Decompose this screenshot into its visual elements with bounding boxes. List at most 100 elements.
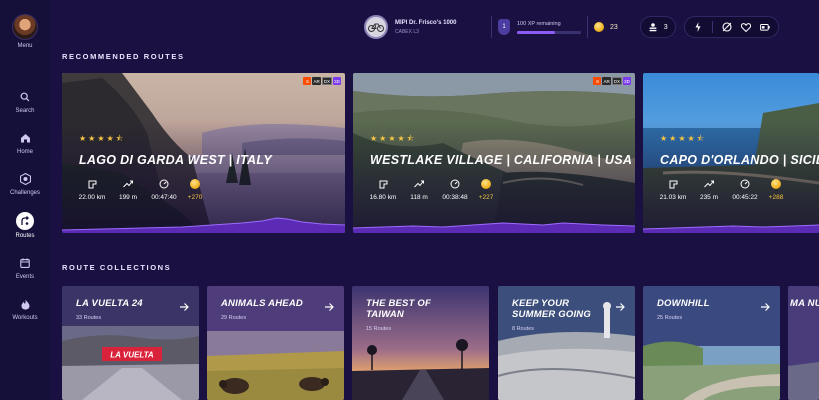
star-icon: ★: [678, 134, 686, 143]
trainer-icon[interactable]: [759, 22, 770, 32]
star-icon: ★: [397, 134, 405, 143]
route-badges: S AR DX 3D: [593, 77, 631, 85]
speedometer-icon: [740, 179, 750, 189]
cadence-gauge-icon[interactable]: [722, 22, 732, 32]
nav-label: Search: [15, 108, 35, 114]
elevation-value: 118 m: [410, 194, 428, 201]
coin-icon: [594, 22, 604, 32]
nav-item-home[interactable]: Home: [2, 130, 48, 155]
xp-stat: +227: [476, 179, 496, 201]
distance-stat: 16.80 km: [368, 179, 398, 201]
half-star-icon: ⯪: [696, 134, 705, 143]
device-pill[interactable]: [683, 16, 779, 38]
route-stats: 16.80 km 118 m 00:38:48 +227: [368, 179, 496, 201]
menu-button[interactable]: Menu: [12, 14, 38, 49]
collection-count: 33 Routes: [76, 315, 102, 321]
collection-title: KEEP YOUR SUMMER GOING: [512, 298, 591, 320]
xp-value: +270: [187, 194, 203, 201]
coin-icon: [481, 179, 491, 189]
collection-card[interactable]: MA NUR: [788, 286, 819, 400]
rating-stars: ★ ★ ★ ★ ⯪: [660, 135, 704, 143]
distance-stat: 21.03 km: [658, 179, 688, 201]
route-card[interactable]: S AR DX 3D ★ ★ ★ ★ ⯪ LAGO DI GARDA WEST | IT…: [62, 73, 345, 233]
elevation-icon: [414, 179, 424, 189]
la-vuelta-sign: LA VUELTA: [110, 351, 154, 360]
elevation-value: 235 m: [699, 194, 719, 201]
bike-avatar[interactable]: [364, 15, 388, 39]
nav-item-search[interactable]: Search: [2, 89, 48, 114]
coin-icon: [771, 179, 781, 189]
collection-card[interactable]: KEEP YOUR SUMMER GOING 8 Routes: [498, 286, 635, 400]
people-icon: [648, 22, 658, 32]
arrow-right-icon[interactable]: [179, 299, 189, 311]
route-card[interactable]: S AR DX 3D ★ ★ ★ ★ ⯪ WESTLAKE VILLAGE | CALI…: [353, 73, 635, 233]
collection-count: 25 Routes: [657, 315, 683, 321]
elevation-icon: [704, 179, 714, 189]
sidebar: Menu Search Home Challenges Routes Event…: [0, 0, 50, 400]
distance-stat: 22.00 km: [77, 179, 107, 201]
collection-title: ANIMALS AHEAD: [221, 298, 303, 309]
star-icon: ★: [88, 134, 96, 143]
star-icon: ★: [669, 134, 677, 143]
heart-icon[interactable]: [740, 22, 751, 32]
route-badges: S AR DX 3D: [303, 77, 341, 85]
arrow-right-icon[interactable]: [615, 299, 625, 311]
xp-value: +288: [768, 194, 784, 201]
dx-badge: DX: [611, 77, 622, 85]
star-icon: ★: [388, 134, 396, 143]
nav-item-workouts[interactable]: Workouts: [2, 296, 48, 321]
avatar[interactable]: [12, 14, 38, 40]
routes-icon: [16, 212, 34, 230]
route-stats: 22.00 km 199 m 00:47:40 +270: [77, 179, 205, 201]
elevation-profile: [62, 217, 345, 233]
time-value: 00:45:22: [732, 194, 758, 201]
elevation-stat: 118 m: [404, 179, 434, 201]
group-ride-pill[interactable]: 3: [639, 16, 676, 38]
bike-icon: [368, 23, 384, 32]
collection-card[interactable]: THE BEST OF TAIWAN 15 Routes: [352, 286, 489, 400]
rating-stars: ★ ★ ★ ★ ⯪: [79, 135, 123, 143]
route-collections-heading: ROUTE COLLECTIONS: [62, 263, 172, 272]
distance-icon: [669, 179, 678, 189]
power-bolt-icon[interactable]: [693, 22, 703, 32]
nav-label: Events: [15, 274, 35, 280]
route-title: LAGO DI GARDA WEST | ITALY: [79, 153, 272, 167]
recommended-routes-heading: RECOMMENDED ROUTES: [62, 52, 185, 61]
route-title: WESTLAKE VILLAGE | CALIFORNIA | USA: [370, 153, 633, 167]
nav-item-routes[interactable]: Routes: [2, 212, 48, 239]
xp-remaining-text: 100 XP remaining: [517, 20, 561, 27]
xp-bar-fill: [517, 30, 556, 34]
speedometer-icon: [159, 179, 169, 189]
3d-badge: 3D: [333, 77, 341, 85]
bike-info[interactable]: MIPI Dr. Frisco's 1000 CABEX L3: [395, 20, 485, 35]
divider: [491, 16, 492, 38]
xp-bar: [517, 30, 581, 34]
divider: [711, 21, 713, 33]
strava-badge: S: [303, 77, 312, 85]
ar-badge: AR: [602, 77, 611, 85]
challenges-icon: [17, 171, 33, 187]
nav-item-events[interactable]: Events: [2, 255, 48, 280]
route-card[interactable]: ★ ★ ★ ★ ⯪ CAPO D'ORLANDO | SICILY 21.03 km 2…: [643, 73, 819, 233]
xp-value: +227: [478, 194, 494, 201]
elevation-profile: [353, 222, 635, 233]
coin-icon: [190, 179, 200, 189]
3d-badge: 3D: [623, 77, 631, 85]
elevation-stat: 235 m: [694, 179, 724, 201]
rating-stars: ★ ★ ★ ★ ⯪: [370, 135, 414, 143]
collection-count: 8 Routes: [512, 326, 535, 332]
distance-icon: [379, 179, 388, 189]
collection-card[interactable]: LA VUELTA LA VUELTA 24 33 Routes: [62, 286, 199, 400]
arrow-right-icon[interactable]: [760, 299, 770, 311]
home-icon: [17, 130, 33, 146]
time-stat: 00:45:22: [730, 179, 760, 201]
half-star-icon: ⯪: [406, 134, 415, 143]
nav-label: Routes: [15, 233, 35, 239]
elevation-value: 199 m: [118, 194, 138, 201]
collection-card[interactable]: DOWNHILL 25 Routes: [643, 286, 780, 400]
arrow-right-icon[interactable]: [324, 299, 334, 311]
xp-stat: +270: [185, 179, 205, 201]
collection-card[interactable]: ANIMALS AHEAD 29 Routes: [207, 286, 344, 400]
bike-name: MIPI Dr. Frisco's 1000: [395, 19, 457, 26]
nav-item-challenges[interactable]: Challenges: [2, 171, 48, 196]
